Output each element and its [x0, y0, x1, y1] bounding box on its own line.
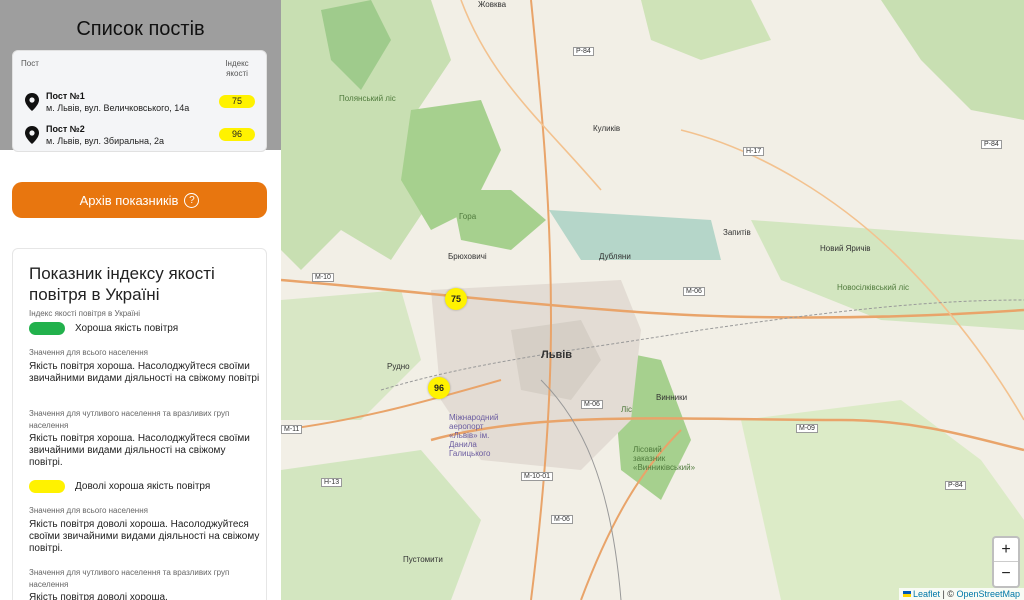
column-header-index: Індекс якості [225, 59, 249, 78]
map-label-hora: Гора [459, 212, 477, 221]
zoom-control: + − [992, 536, 1020, 588]
road-shield: М-06 [551, 515, 573, 524]
road-shield: М-06 [683, 287, 705, 296]
map-label-rudno: Рудно [387, 362, 410, 371]
map-label-novosilky: Новосілківський ліс [837, 283, 909, 292]
map-label-lisovyi: Лісовий заказник «Винниківський» [633, 445, 696, 472]
post-row-2[interactable]: Пост №2 м. Львів, вул. Збиральна, 2а 96 [13, 122, 268, 152]
level-label-moderate: Доволі хороша якість повітря [75, 481, 211, 492]
map-label-kulykiv: Куликів [593, 124, 621, 133]
posts-table: Пост Індекс якості Пост №1 м. Львів, вул… [12, 50, 267, 152]
map-label-lviv: Львів [541, 349, 573, 361]
sensitive-population-label: Значення для чутливого населення та враз… [29, 409, 230, 430]
road-shield: М-11 [281, 425, 303, 434]
map-attribution: Leaflet | © OpenStreetMap [898, 588, 1024, 600]
aqi-badge: 75 [219, 95, 255, 108]
road-shield: Н-13 [321, 478, 343, 487]
general-population-text: Якість повітря хороша. Насолоджуйтеся св… [29, 361, 260, 384]
map-label-dublyany: Дубляни [599, 252, 631, 261]
map-label-polianskyi: Полянський ліс [339, 94, 396, 103]
post-name: Пост №2 [46, 124, 85, 134]
map-label-zapytiv: Запитів [723, 228, 751, 237]
level-label-good: Хороша якість повітря [75, 323, 179, 334]
zoom-in-button[interactable]: + [994, 538, 1018, 562]
zoom-out-button[interactable]: − [994, 562, 1018, 586]
archive-button-label: Архів показників [79, 192, 179, 208]
map-label-novyi-yarychiv: Новий Яричів [820, 244, 871, 253]
map-label-vynnyky: Винники [656, 393, 688, 402]
general-population-text: Якість повітря доволі хороша. Насолоджуй… [29, 519, 260, 554]
leaflet-link[interactable]: Leaflet [913, 589, 940, 599]
road-shield: М-10 [312, 273, 334, 282]
map-label-pustomyty: Пустомити [403, 555, 443, 564]
post-address: м. Львів, вул. Збиральна, 2а [46, 136, 165, 146]
map-marker-post-1[interactable]: 75 [445, 288, 467, 310]
sensitive-population-text: Якість повітря хороша. Насолоджуйтеся св… [29, 433, 250, 468]
map-label-zhovkva: Жовква [478, 0, 507, 9]
help-icon[interactable]: ? [184, 192, 200, 208]
sidebar-title: Список постів [76, 18, 205, 40]
map-marker-post-2[interactable]: 96 [428, 377, 450, 399]
location-pin-icon [25, 93, 39, 111]
aqi-title: Показник індексу якості повітря в Україн… [29, 264, 215, 304]
road-shield: Н-17 [743, 147, 765, 156]
level-color-swatch-moderate [29, 480, 65, 493]
sidebar-header: Список постів Пост Індекс якості Пост №1… [0, 0, 281, 152]
aqi-info-panel: Показник індексу якості повітря в Україн… [12, 248, 267, 600]
post-row-1[interactable]: Пост №1 м. Львів, вул. Величковського, 1… [13, 89, 268, 119]
map[interactable]: Львів Жовква Куликів Брюховичі Дубляни З… [281, 0, 1024, 600]
sensitive-population-label: Значення для чутливого населення та враз… [29, 568, 230, 589]
archive-button[interactable]: Архів показників ? [12, 182, 267, 218]
road-shield: Р-84 [981, 140, 1002, 149]
map-tiles [281, 0, 1024, 600]
location-pin-icon [25, 126, 39, 144]
ukraine-flag-icon [902, 591, 911, 597]
level-color-swatch-good [29, 322, 65, 335]
column-header-post: Пост [21, 59, 39, 68]
road-shield: М-09 [796, 424, 818, 433]
road-shield: Р-84 [945, 481, 966, 490]
map-label-airport: Міжнародний аеропорт «Львів» ім. Данила … [449, 413, 499, 458]
map-label-lis: Ліс [621, 405, 633, 414]
road-shield: М-10-01 [521, 472, 554, 481]
post-address: м. Львів, вул. Величковського, 14а [46, 103, 190, 113]
road-shield: Р-84 [573, 47, 594, 56]
sensitive-population-text: Якість повітря доволі хороша. [29, 592, 168, 600]
general-population-label: Значення для всього населення [29, 348, 148, 357]
sidebar: Список постів Пост Індекс якості Пост №1… [0, 0, 281, 600]
map-label-briukhovychi: Брюховичі [448, 252, 487, 261]
osm-link[interactable]: OpenStreetMap [956, 589, 1020, 599]
post-name: Пост №1 [46, 91, 85, 101]
attribution-separator: | © [939, 589, 957, 599]
general-population-label: Значення для всього населення [29, 506, 148, 515]
legend-label: Індекс якості повітря в Україні [29, 309, 141, 318]
road-shield: М-06 [581, 400, 603, 409]
aqi-badge: 96 [219, 128, 255, 141]
